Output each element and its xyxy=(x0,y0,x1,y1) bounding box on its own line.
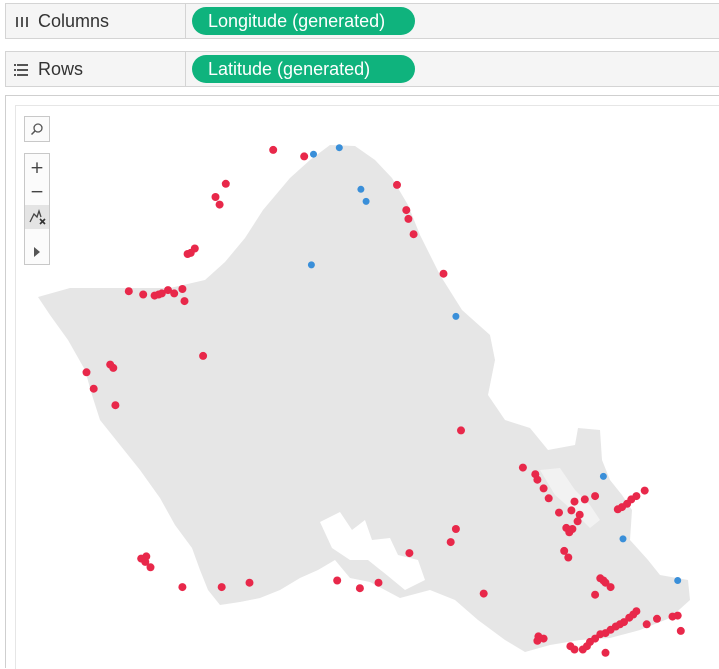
red-mark-21[interactable] xyxy=(111,401,120,410)
red-mark-32[interactable] xyxy=(539,484,548,493)
red-mark-75[interactable] xyxy=(374,578,383,587)
pin-reset-icon xyxy=(29,208,46,225)
blue-mark-0[interactable] xyxy=(310,150,317,158)
red-mark-9[interactable] xyxy=(139,290,148,299)
red-mark-24[interactable] xyxy=(402,206,411,215)
red-mark-2[interactable] xyxy=(221,179,230,188)
red-mark-65[interactable] xyxy=(566,642,575,651)
red-mark-74[interactable] xyxy=(405,549,414,558)
red-mark-3[interactable] xyxy=(211,193,220,201)
red-mark-19[interactable] xyxy=(109,363,118,372)
red-mark-15[interactable] xyxy=(178,285,187,293)
play-arrow-icon xyxy=(34,247,40,257)
red-mark-1[interactable] xyxy=(300,152,309,161)
red-mark-84[interactable] xyxy=(178,583,187,592)
red-mark-83[interactable] xyxy=(146,563,155,572)
red-mark-8[interactable] xyxy=(124,287,133,296)
blue-mark-3[interactable] xyxy=(362,197,370,205)
red-mark-68[interactable] xyxy=(653,614,661,623)
red-mark-4[interactable] xyxy=(215,200,224,209)
map-toolbar: + − xyxy=(24,153,50,265)
red-mark-26[interactable] xyxy=(409,230,418,239)
reset-map-button[interactable] xyxy=(25,205,49,229)
red-mark-22[interactable] xyxy=(199,351,208,360)
red-mark-16[interactable] xyxy=(180,297,189,306)
red-mark-41[interactable] xyxy=(570,497,579,506)
red-mark-66[interactable] xyxy=(601,648,610,657)
blue-mark-1[interactable] xyxy=(335,144,343,152)
red-mark-73[interactable] xyxy=(446,538,455,547)
red-mark-77[interactable] xyxy=(333,576,342,585)
red-mark-88[interactable] xyxy=(534,632,543,641)
red-mark-20[interactable] xyxy=(89,384,98,393)
red-mark-25[interactable] xyxy=(404,214,413,223)
map-canvas[interactable] xyxy=(0,0,719,668)
red-mark-71[interactable] xyxy=(676,626,685,635)
red-mark-14[interactable] xyxy=(170,289,179,298)
red-mark-0[interactable] xyxy=(269,145,278,154)
red-mark-49[interactable] xyxy=(606,583,615,592)
search-icon xyxy=(30,123,43,136)
red-mark-79[interactable] xyxy=(217,583,226,592)
red-mark-7[interactable] xyxy=(183,250,192,258)
zoom-out-button[interactable]: − xyxy=(25,180,49,204)
red-mark-50[interactable] xyxy=(591,590,600,599)
red-mark-28[interactable] xyxy=(457,426,465,435)
red-mark-72[interactable] xyxy=(451,525,460,533)
oahu-island-shape xyxy=(38,145,690,652)
blue-mark-7[interactable] xyxy=(619,535,627,543)
red-mark-85[interactable] xyxy=(479,589,488,598)
blue-mark-8[interactable] xyxy=(674,577,682,584)
expand-toolbar-button[interactable] xyxy=(25,240,49,264)
red-mark-89[interactable] xyxy=(640,486,649,495)
red-mark-33[interactable] xyxy=(544,494,553,503)
red-mark-45[interactable] xyxy=(568,525,577,533)
red-mark-40[interactable] xyxy=(580,495,589,504)
red-mark-78[interactable] xyxy=(245,578,254,587)
red-mark-70[interactable] xyxy=(673,611,682,620)
red-mark-27[interactable] xyxy=(439,269,448,278)
red-mark-76[interactable] xyxy=(355,584,364,593)
red-mark-94[interactable] xyxy=(613,505,622,514)
red-mark-63[interactable] xyxy=(578,645,587,654)
map-search-button[interactable] xyxy=(24,116,50,142)
red-mark-37[interactable] xyxy=(560,546,569,555)
red-mark-44[interactable] xyxy=(573,517,582,526)
red-mark-39[interactable] xyxy=(591,492,600,501)
red-mark-29[interactable] xyxy=(518,463,527,472)
blue-mark-2[interactable] xyxy=(357,185,365,193)
blue-mark-6[interactable] xyxy=(599,472,607,480)
red-mark-42[interactable] xyxy=(567,506,576,515)
red-mark-67[interactable] xyxy=(642,620,651,629)
red-mark-31[interactable] xyxy=(533,475,542,484)
red-mark-38[interactable] xyxy=(564,553,573,562)
zoom-in-button[interactable]: + xyxy=(25,156,49,180)
red-mark-17[interactable] xyxy=(82,368,91,377)
red-mark-23[interactable] xyxy=(393,180,401,189)
blue-mark-4[interactable] xyxy=(307,261,315,269)
red-mark-34[interactable] xyxy=(555,508,563,517)
blue-mark-5[interactable] xyxy=(452,312,460,320)
